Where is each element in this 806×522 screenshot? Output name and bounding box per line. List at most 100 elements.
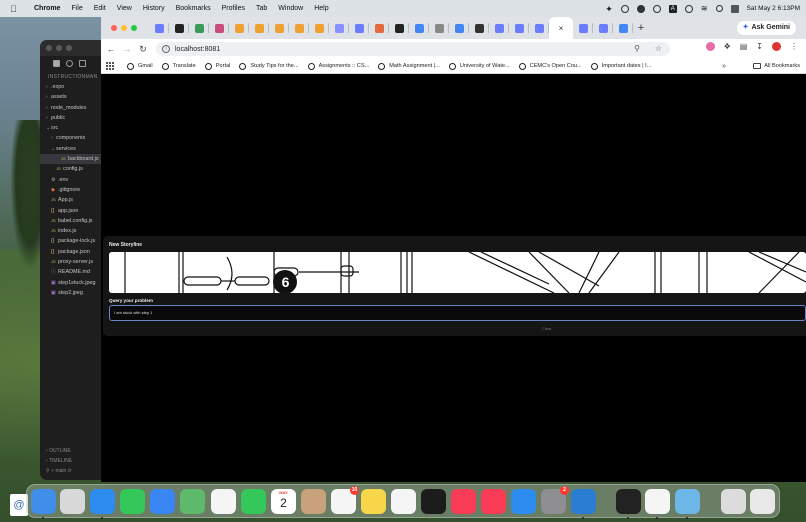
wifi-icon[interactable]: ≋ xyxy=(701,4,708,13)
minimize-window-button[interactable] xyxy=(121,25,127,31)
browser-tab[interactable] xyxy=(389,17,409,39)
explorer-section-title[interactable]: INSTRUCTIONMAN xyxy=(40,74,102,80)
dock-contacts-icon[interactable] xyxy=(301,489,326,514)
browser-tab[interactable] xyxy=(269,17,289,39)
dock-trash-icon[interactable] xyxy=(750,489,775,514)
timeline-panel[interactable]: › TIMELINE xyxy=(40,456,102,466)
search-icon[interactable] xyxy=(66,59,73,67)
dock-photos-icon[interactable] xyxy=(211,489,236,514)
sync-icon[interactable] xyxy=(652,4,661,13)
file-tree-item[interactable]: JS proxy-server.js xyxy=(40,257,102,267)
extensions-puzzle-icon[interactable]: ❖ xyxy=(724,42,731,51)
input-source-icon[interactable]: A xyxy=(668,4,677,13)
browser-tab[interactable] xyxy=(509,17,529,39)
browser-tab[interactable] xyxy=(469,17,489,39)
dock-launchpad-icon[interactable] xyxy=(60,489,85,514)
dock-system-settings-icon[interactable]: 2 xyxy=(541,486,569,514)
status-bar[interactable]: ⚲ ⑂ main ⟳ xyxy=(40,466,102,476)
bookmark-item[interactable]: Portal xyxy=(204,62,230,70)
dock-facetime-icon[interactable] xyxy=(241,489,266,514)
dock-vscode-icon[interactable] xyxy=(571,489,596,514)
reload-button[interactable]: ↻ xyxy=(137,44,149,55)
download-icon[interactable]: ↧ xyxy=(756,42,763,51)
outline-panel[interactable]: › OUTLINE xyxy=(40,446,102,456)
menu-help[interactable]: Help xyxy=(314,5,328,12)
menu-window[interactable]: Window xyxy=(278,5,303,12)
dock-calendar-icon[interactable]: MAY 2 xyxy=(271,489,296,514)
browser-tab[interactable] xyxy=(529,17,549,39)
file-tree-item[interactable]: JS backboard.js xyxy=(40,154,102,165)
file-tree-item[interactable]: {} package-lock.js xyxy=(40,236,102,246)
focus-icon[interactable] xyxy=(684,4,693,13)
dock-freeform-icon[interactable] xyxy=(391,489,416,514)
dock-chrome-icon[interactable] xyxy=(645,489,670,514)
browser-tab[interactable] xyxy=(489,17,509,39)
browser-tab[interactable] xyxy=(449,17,469,39)
control-center-icon[interactable] xyxy=(730,4,739,13)
bookmarks-overflow-button[interactable]: » xyxy=(722,63,726,70)
bookmark-item[interactable]: Study Tips for the... xyxy=(239,62,299,70)
ask-gemini-button[interactable]: ✦ Ask Gemini xyxy=(736,21,796,35)
extension-icon[interactable] xyxy=(636,4,645,13)
dock-finder-icon[interactable] xyxy=(31,489,56,514)
dock-preview-icon[interactable] xyxy=(675,489,700,514)
address-bar[interactable]: i localhost:8081 ⚲ ☆ xyxy=(156,42,670,56)
browser-tab[interactable] xyxy=(369,17,389,39)
browser-tab[interactable] xyxy=(613,17,633,39)
file-tree-item[interactable]: ◆ .gitignore xyxy=(40,185,102,195)
clear-button[interactable]: Clear xyxy=(542,326,552,331)
browser-tab[interactable] xyxy=(573,17,593,39)
file-tree-item[interactable]: JS config.js xyxy=(40,164,102,174)
new-tab-button[interactable]: + xyxy=(633,22,649,34)
dock-news-icon[interactable] xyxy=(481,489,506,514)
apple-icon[interactable]:  xyxy=(10,4,22,14)
zoom-window-button[interactable] xyxy=(131,25,137,31)
extension-pink-icon[interactable] xyxy=(705,42,715,51)
browser-tab[interactable] xyxy=(209,17,229,39)
status-icon[interactable] xyxy=(620,4,629,13)
all-bookmarks-button[interactable]: All Bookmarks xyxy=(753,63,800,69)
browser-tab[interactable] xyxy=(593,17,613,39)
chrome-menu-icon[interactable]: ⋮ xyxy=(790,42,798,51)
dock-tv-icon[interactable] xyxy=(421,489,446,514)
file-tree-item[interactable]: › .expo xyxy=(40,82,102,92)
menu-view[interactable]: View xyxy=(117,5,132,12)
file-tree-item[interactable]: ⌄services xyxy=(40,144,102,154)
menu-file[interactable]: File xyxy=(71,5,82,12)
file-tree-item[interactable]: › components xyxy=(40,133,102,143)
source-control-icon[interactable] xyxy=(79,59,86,67)
file-tree-item[interactable]: ▣ step1stuck.jpeg xyxy=(40,278,102,288)
bookmark-item[interactable]: Math Assignment |... xyxy=(378,62,440,70)
dock-maps-icon[interactable] xyxy=(180,489,205,514)
browser-tab[interactable] xyxy=(329,17,349,39)
dock-app-store-icon[interactable] xyxy=(511,489,536,514)
apps-grid-icon[interactable] xyxy=(106,62,114,70)
side-panel-icon[interactable]: ▤ xyxy=(740,42,748,51)
file-tree-item[interactable]: {} app.json xyxy=(40,206,102,216)
browser-tab[interactable] xyxy=(409,17,429,39)
browser-tab[interactable] xyxy=(349,17,369,39)
dock-notes-icon[interactable] xyxy=(361,489,386,514)
site-info-icon[interactable]: i xyxy=(162,45,170,53)
explorer-icon[interactable] xyxy=(53,59,60,67)
browser-tab[interactable] xyxy=(189,17,209,39)
file-tree-item[interactable]: ▣ step2.jpeg xyxy=(40,288,102,298)
file-tree-item[interactable]: › assets xyxy=(40,92,102,102)
menu-bookmarks[interactable]: Bookmarks xyxy=(176,5,211,12)
active-browser-tab[interactable]: × xyxy=(549,17,573,39)
file-tree-item[interactable]: {} package.json xyxy=(40,247,102,257)
browser-tab[interactable] xyxy=(289,17,309,39)
file-tree-item[interactable]: ⌄src xyxy=(40,123,102,133)
bookmark-item[interactable]: Gmail xyxy=(127,62,153,70)
zoom-icon[interactable]: ⚲ xyxy=(634,44,640,53)
vscode-zoom-button[interactable] xyxy=(66,45,72,51)
dock-mail-icon[interactable] xyxy=(150,489,175,514)
dock-safari-icon[interactable] xyxy=(90,489,115,514)
dock-downloads-icon[interactable] xyxy=(721,489,746,514)
url-text[interactable]: localhost:8081 xyxy=(175,46,220,53)
file-tree-item[interactable]: › public xyxy=(40,113,102,123)
menu-edit[interactable]: Edit xyxy=(94,5,106,12)
clock[interactable]: Sat May 2 6:13PM xyxy=(747,5,800,12)
profile-avatar[interactable] xyxy=(772,42,781,51)
browser-tab[interactable] xyxy=(309,17,329,39)
